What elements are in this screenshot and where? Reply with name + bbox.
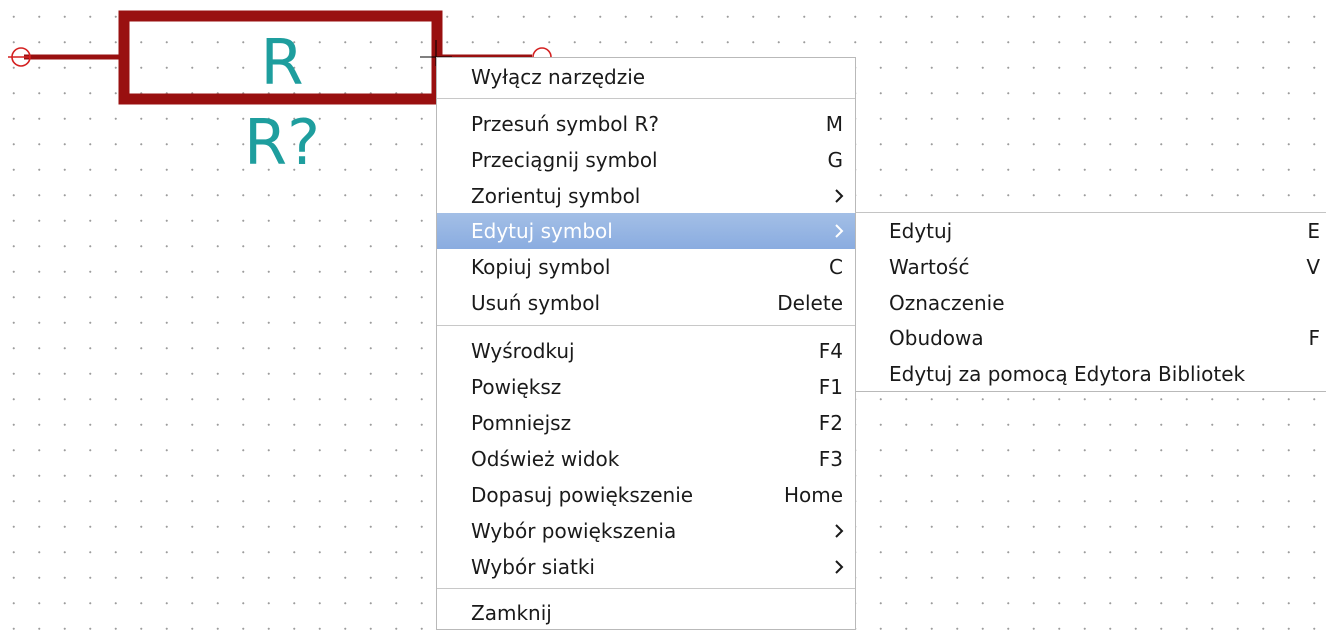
submenu-item-reference[interactable]: Oznaczenie [856,286,1326,320]
menu-item-shortcut: Home [783,483,843,507]
value-label[interactable]: R? [244,106,320,179]
menu-item-zoom-select[interactable]: Wybór powiększenia [437,514,855,548]
menu-item-label: Zorientuj symbol [471,184,641,208]
submenu-item-edit[interactable]: Edytuj E [856,214,1326,248]
menu-item-shortcut: V [1306,255,1320,279]
menu-item-shortcut: G [827,148,844,172]
menu-item-shortcut: F2 [818,411,843,435]
menu-item-label: Edytuj za pomocą Edytora Bibliotek [889,362,1246,386]
menu-item-shortcut: F [1308,326,1320,350]
menu-item-shortcut: F1 [818,375,843,399]
menu-item-copy-symbol[interactable]: Kopiuj symbol C [437,250,855,284]
menu-item-zoom-fit[interactable]: Dopasuj powiększenie Home [437,478,855,512]
menu-item-move-symbol[interactable]: Przesuń symbol R? M [437,107,855,141]
menu-item-label: Kopiuj symbol [471,255,611,279]
submenu-item-value[interactable]: Wartość V [856,250,1326,284]
submenu-item-edit-with-library-editor[interactable]: Edytuj za pomocą Edytora Bibliotek [856,357,1326,391]
menu-item-label: Odśwież widok [471,447,620,471]
menu-item-label: Wyśrodkuj [471,339,575,363]
menu-item-label: Dopasuj powiększenie [471,483,694,507]
chevron-right-icon [835,189,844,203]
menu-item-delete-symbol[interactable]: Usuń symbol Delete [437,286,855,320]
menu-item-shortcut: Delete [777,291,843,315]
menu-item-label: Wartość [889,255,970,279]
edit-symbol-submenu: Edytuj E Wartość V Oznaczenie Obudowa F … [855,212,1326,392]
menu-item-refresh-view[interactable]: Odśwież widok F3 [437,442,855,476]
chevron-right-icon [835,224,844,238]
menu-item-label: Wybór siatki [471,555,595,579]
menu-item-center[interactable]: Wyśrodkuj F4 [437,334,855,368]
menu-item-label: Usuń symbol [471,291,600,315]
menu-item-label: Edytuj symbol [471,219,613,243]
menu-item-shortcut: F3 [818,447,843,471]
menu-item-shortcut: F4 [818,339,843,363]
menu-item-grid-select[interactable]: Wybór siatki [437,550,855,584]
menu-item-label: Zamknij [471,601,552,625]
menu-item-label: Pomniejsz [471,411,572,435]
menu-item-label: Powiększ [471,375,562,399]
menu-item-shortcut: C [829,255,843,279]
menu-item-zoom-in[interactable]: Powiększ F1 [437,370,855,404]
menu-item-label: Wybór powiększenia [471,519,677,543]
menu-item-label: Wyłącz narzędzie [471,65,646,89]
menu-separator [437,588,855,589]
menu-item-zoom-out[interactable]: Pomniejsz F2 [437,406,855,440]
chevron-right-icon [835,560,844,574]
menu-item-shortcut: E [1307,219,1320,243]
menu-item-disable-tool[interactable]: Wyłącz narzędzie [437,60,855,94]
chevron-right-icon [835,524,844,538]
menu-item-orient-symbol[interactable]: Zorientuj symbol [437,179,855,213]
menu-item-drag-symbol[interactable]: Przeciągnij symbol G [437,143,855,177]
menu-item-label: Obudowa [889,326,984,350]
menu-item-label: Oznaczenie [889,291,1005,315]
menu-item-label: Edytuj [889,219,953,243]
context-menu: Wyłącz narzędzie Przesuń symbol R? M Prz… [436,57,856,630]
menu-item-shortcut: M [825,112,843,136]
menu-item-label: Przeciągnij symbol [471,148,658,172]
menu-item-edit-symbol[interactable]: Edytuj symbol [437,213,855,249]
menu-item-close[interactable]: Zamknij [437,596,855,630]
menu-item-label: Przesuń symbol R? [471,112,659,136]
menu-separator [437,98,855,99]
submenu-item-footprint[interactable]: Obudowa F [856,321,1326,355]
reference-label[interactable]: R [260,26,303,99]
menu-separator [437,325,855,326]
